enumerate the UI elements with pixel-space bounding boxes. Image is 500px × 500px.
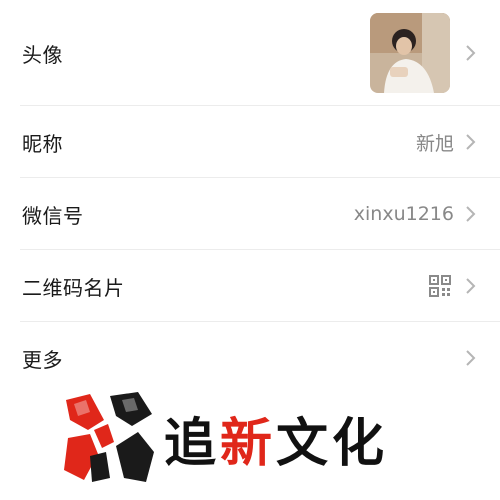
nickname-value: 新旭: [415, 132, 454, 155]
profile-settings-list: 头像 昵称 新旭 微信号 xinxu1216 二维码名片 更多: [0, 0, 500, 394]
brand-name-pre: 追: [164, 413, 221, 474]
avatar-label: 头像: [22, 42, 63, 67]
brand-name-highlight: 新: [220, 413, 277, 474]
qr-card-row[interactable]: 二维码名片: [0, 250, 500, 322]
nickname-row[interactable]: 昵称 新旭: [0, 106, 500, 178]
chevron-right-icon: [466, 134, 476, 150]
qr-code-icon: [429, 275, 451, 297]
avatar-row[interactable]: 头像: [0, 0, 500, 106]
brand-watermark: 追新文化: [60, 390, 460, 486]
wechat-id-row[interactable]: 微信号 xinxu1216: [0, 178, 500, 250]
brand-name: 追新文化: [164, 401, 388, 476]
nickname-label: 昵称: [22, 131, 63, 156]
more-row[interactable]: 更多: [0, 322, 500, 394]
chevron-right-icon: [466, 350, 476, 366]
more-label: 更多: [22, 347, 63, 372]
brand-name-post: 文化: [276, 413, 389, 474]
wechat-id-label: 微信号: [22, 203, 84, 228]
chevron-right-icon: [466, 206, 476, 222]
chevron-right-icon: [466, 278, 476, 294]
brand-logo-icon: [64, 392, 154, 482]
wechat-id-value: xinxu1216: [353, 203, 454, 225]
avatar[interactable]: [370, 13, 450, 93]
qr-card-label: 二维码名片: [22, 275, 125, 300]
chevron-right-icon: [466, 45, 476, 61]
